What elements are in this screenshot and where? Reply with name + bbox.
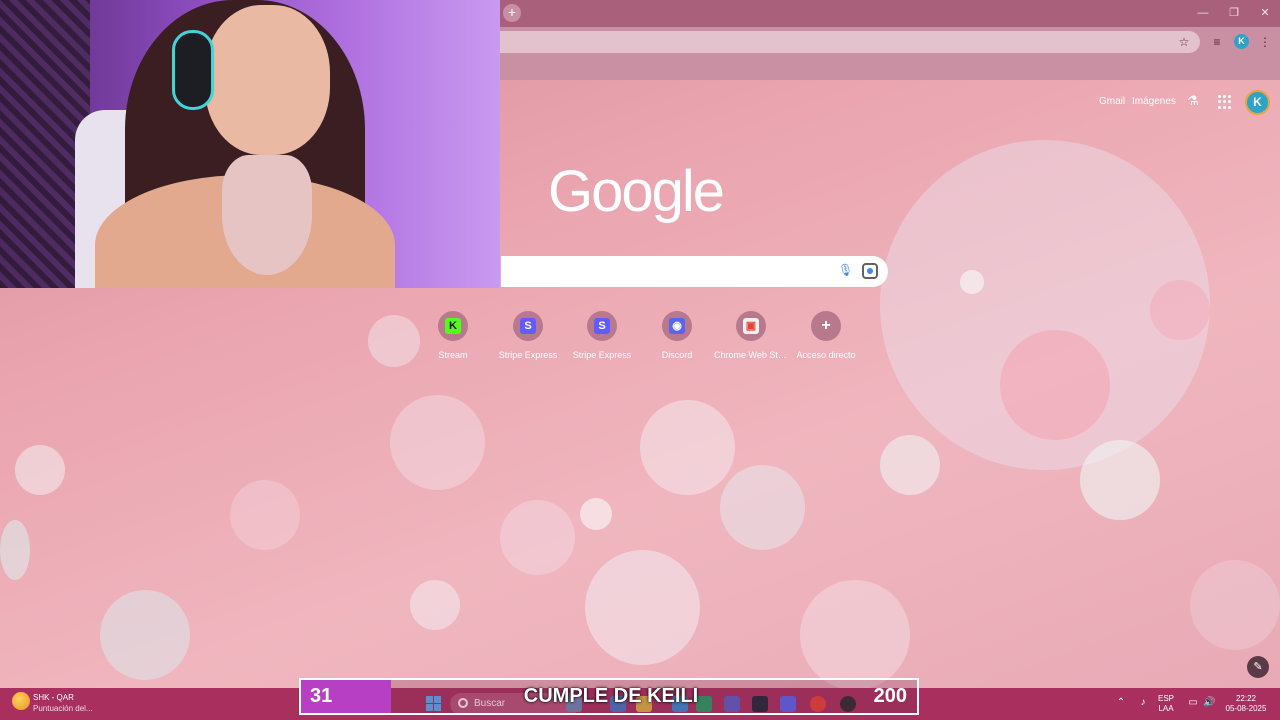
shortcut-label: Stream xyxy=(438,350,468,360)
shortcut-glyph: + xyxy=(821,317,831,334)
restore-icon[interactable]: ❐ xyxy=(1219,4,1249,22)
shortcut-glyph: S xyxy=(594,318,610,334)
banner-right-number: 200 xyxy=(873,685,907,707)
clock[interactable]: 22:22 05-08-2025 xyxy=(1222,694,1270,714)
search-input[interactable] xyxy=(501,256,888,287)
shortcut-label: Chrome Web Store xyxy=(714,350,788,360)
minimize-icon[interactable]: — xyxy=(1188,4,1218,22)
headset-icon xyxy=(172,30,214,110)
chevron-up-icon[interactable]: ⌃ xyxy=(1115,697,1127,709)
shortcut-tile[interactable]: ◉ Discord xyxy=(640,311,714,360)
shortcut-label: Stripe Express xyxy=(572,350,632,360)
gmail-link[interactable]: Gmail xyxy=(1099,96,1125,107)
shortcut-label: Acceso directo xyxy=(796,350,856,360)
shortcut-glyph: ◉ xyxy=(669,318,685,334)
labs-flask-icon[interactable]: ⚗ xyxy=(1186,94,1200,108)
banner-left-number: 31 xyxy=(310,685,333,707)
widget-title[interactable]: SHK - QAR xyxy=(33,693,74,702)
shortcut-icon: ▣ xyxy=(736,311,766,341)
shortcut-label: Stripe Express xyxy=(498,350,558,360)
volume-icon[interactable]: 🔊 xyxy=(1203,697,1215,709)
google-lens-icon[interactable] xyxy=(862,263,878,279)
apps-grid-icon[interactable] xyxy=(1218,95,1232,109)
shortcut-icon: S xyxy=(587,311,617,341)
stream-goal-banner: 31 CUMPLE DE KEILI 200 xyxy=(299,678,919,715)
customize-pencil-icon[interactable]: ✎ xyxy=(1247,656,1269,678)
microphone-tray-icon[interactable]: ♪ xyxy=(1137,697,1149,709)
star-icon[interactable]: ☆ xyxy=(1175,33,1193,51)
account-avatar[interactable]: K xyxy=(1245,90,1270,115)
close-icon[interactable]: ✕ xyxy=(1250,4,1280,22)
banner-title: CUMPLE DE KEILI xyxy=(523,685,699,707)
shortcut-icon: K xyxy=(438,311,468,341)
webcam-overlay xyxy=(0,0,500,288)
bookmarks-bar xyxy=(500,57,1280,80)
google-logo: Google xyxy=(548,159,725,224)
shortcut-label: Discord xyxy=(661,350,693,360)
shortcut-glyph: K xyxy=(445,318,461,334)
shortcut-icon: S xyxy=(513,311,543,341)
widget-subtitle[interactable]: Puntuación del... xyxy=(33,704,93,713)
shortcut-icon: + xyxy=(811,311,841,341)
shortcut-tile[interactable]: ▣ Chrome Web Store xyxy=(714,311,788,360)
shortcut-tile[interactable]: + Acceso directo xyxy=(789,311,863,360)
shortcut-glyph: S xyxy=(520,318,536,334)
shortcut-tile[interactable]: S Stripe Express xyxy=(565,311,639,360)
shortcut-tile[interactable]: S Stripe Express xyxy=(491,311,565,360)
microphone-icon[interactable]: 🎙 xyxy=(838,263,853,279)
shortcut-glyph: ▣ xyxy=(743,318,759,334)
new-tab-button[interactable]: + xyxy=(503,4,521,22)
weather-widget-icon[interactable] xyxy=(12,692,30,710)
profile-icon[interactable]: K xyxy=(1234,34,1249,49)
network-icon[interactable]: ▭ xyxy=(1187,697,1199,709)
images-link[interactable]: Imágenes xyxy=(1132,96,1176,107)
browser-tab-strip xyxy=(500,0,1280,27)
media-controls-icon[interactable]: ≡ xyxy=(1208,33,1226,51)
shortcut-tile[interactable]: K Stream xyxy=(416,311,490,360)
language-indicator[interactable]: ESP LAA xyxy=(1158,694,1174,714)
address-bar[interactable] xyxy=(500,31,1200,53)
menu-icon[interactable]: ⋮ xyxy=(1256,33,1274,51)
shortcut-icon: ◉ xyxy=(662,311,692,341)
